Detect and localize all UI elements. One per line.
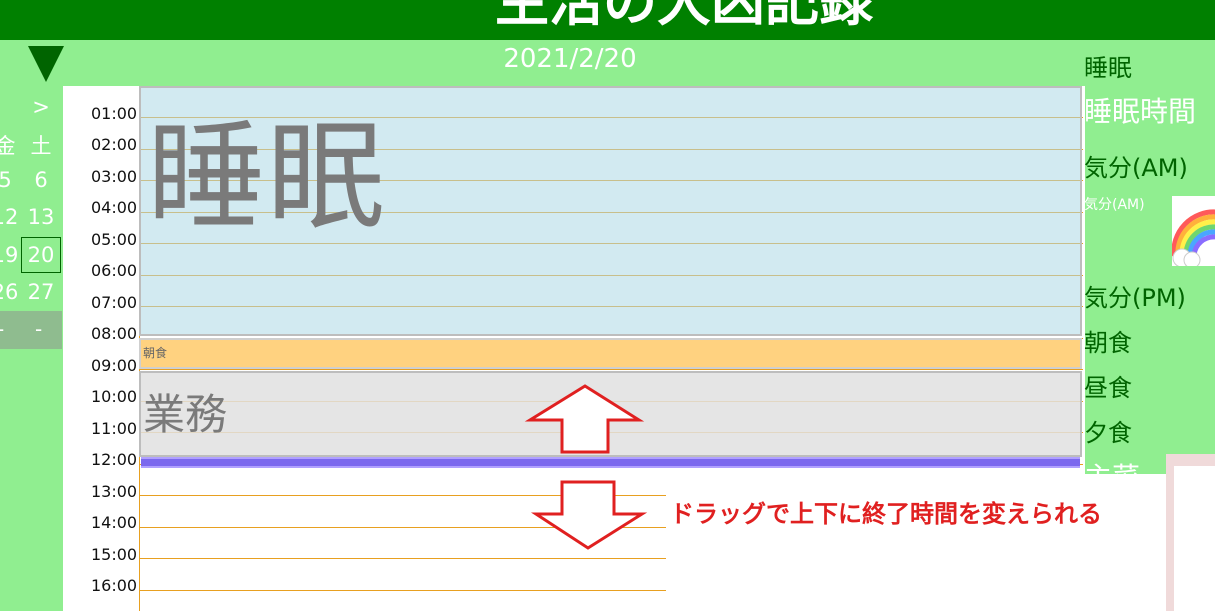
arrow-down-icon [530,480,648,550]
mood-am-caption: 気分(AM) [1084,197,1145,213]
mood-pm-label[interactable]: 気分(PM) [1084,278,1186,313]
dinner-label[interactable]: 夕食 [1084,413,1132,448]
record-sidebar: 睡眠 睡眠時間 気分(AM) 気分(AM) 気分(PM) 朝食 昼食 夕食 主菜 [1084,44,1215,611]
annotation-text: ドラッグで上下に終了時間を変えられる [670,500,1102,528]
sleep-label[interactable]: 睡眠 [1084,48,1132,83]
lunch-label[interactable]: 昼食 [1084,368,1132,403]
food-photo-thumbnail[interactable] [1166,454,1215,611]
mood-am-label[interactable]: 気分(AM) [1084,148,1188,183]
main-dish-label[interactable]: 主菜 [1084,456,1140,496]
arrow-up-icon [524,384,645,454]
food-photo-frame [1174,466,1215,611]
sleep-time-label: 睡眠時間 [1084,95,1197,128]
rainbow-mood-icon[interactable] [1172,196,1215,266]
breakfast-label[interactable]: 朝食 [1084,323,1132,358]
